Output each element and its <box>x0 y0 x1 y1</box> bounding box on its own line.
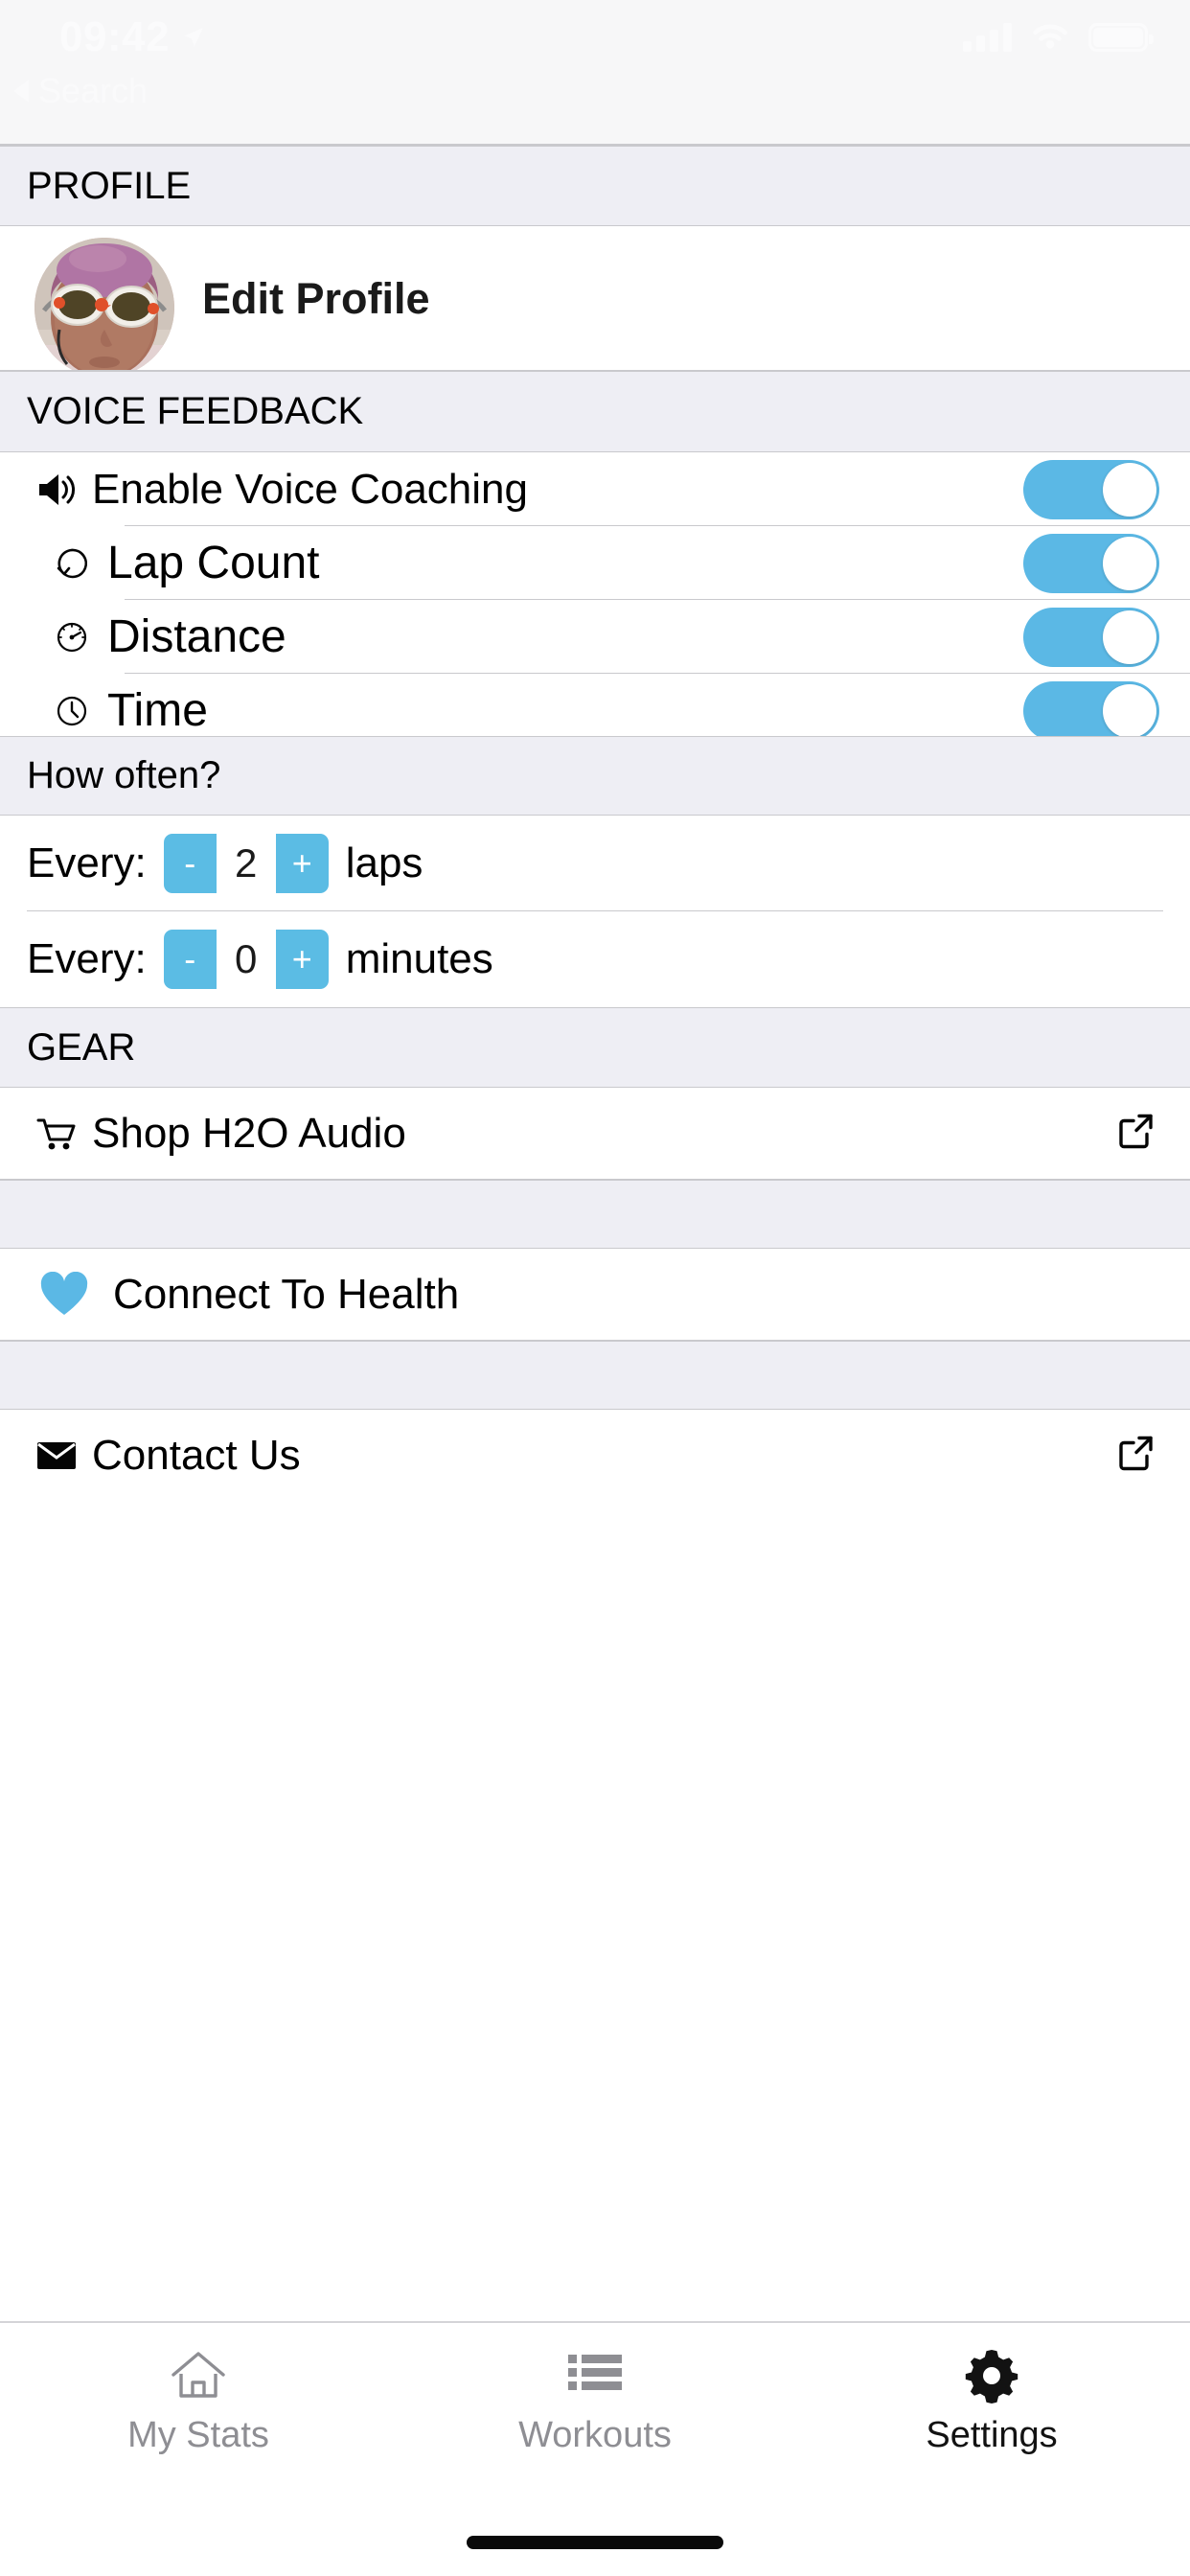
speaker-volume-icon <box>21 471 92 509</box>
row-distance[interactable]: Distance <box>0 600 1190 674</box>
toggle-lap-count[interactable] <box>1023 533 1159 593</box>
toggle-knob <box>1103 610 1156 664</box>
row-lap-count[interactable]: Lap Count <box>0 526 1190 600</box>
gear-icon <box>964 2344 1019 2407</box>
list-icon <box>566 2344 624 2407</box>
stepper-row-minutes[interactable]: Every: - 0 + minutes <box>0 911 1190 1007</box>
home-icon <box>169 2344 228 2407</box>
row-label-enable-voice-coaching: Enable Voice Coaching <box>92 465 528 513</box>
row-label-time: Time <box>107 685 208 736</box>
stepper-prefix-laps: Every: <box>27 840 147 886</box>
heart-icon <box>29 1272 100 1318</box>
row-shop-h2o-audio[interactable]: Shop H2O Audio <box>0 1088 1190 1180</box>
tab-settings[interactable]: Settings <box>793 2323 1190 2576</box>
section-gap-2 <box>0 1341 1190 1410</box>
toggle-enable-voice-coaching[interactable] <box>1023 459 1159 519</box>
external-link-icon[interactable] <box>1115 1112 1156 1157</box>
battery-full-icon <box>1088 23 1154 52</box>
toggle-time[interactable] <box>1023 680 1159 741</box>
back-triangle-icon <box>13 80 29 103</box>
laps-decrement-button[interactable]: - <box>163 834 217 893</box>
section-header-how-often: How often? <box>0 736 1190 816</box>
row-label-lap-count: Lap Count <box>107 538 320 588</box>
section-title-how-often: How often? <box>27 754 221 796</box>
section-title-gear: GEAR <box>27 1025 136 1069</box>
stepper-unit-minutes: minutes <box>345 935 493 982</box>
minutes-decrement-button[interactable]: - <box>163 930 217 989</box>
toggle-knob <box>1103 462 1156 517</box>
section-header-gear: GEAR <box>0 1007 1190 1088</box>
stepper-prefix-minutes: Every: <box>27 935 147 982</box>
tab-label-workouts: Workouts <box>518 2415 672 2455</box>
minutes-increment-button[interactable]: + <box>275 930 329 989</box>
toggle-distance[interactable] <box>1023 607 1159 667</box>
status-indicators <box>963 23 1154 52</box>
stepper-row-laps[interactable]: Every: - 2 + laps <box>0 816 1190 911</box>
location-arrow-icon <box>184 28 203 47</box>
lap-repeat-icon <box>36 544 107 583</box>
wifi-icon <box>1033 24 1067 49</box>
shopping-cart-icon <box>21 1116 92 1151</box>
row-label-connect-to-health: Connect To Health <box>113 1271 460 1318</box>
minutes-stepper[interactable]: - 0 + <box>163 930 329 989</box>
clock-icon <box>36 692 107 730</box>
back-label: Search <box>38 71 149 110</box>
row-connect-to-health[interactable]: Connect To Health <box>0 1249 1190 1341</box>
edit-profile-label: Edit Profile <box>202 274 430 323</box>
cellular-signal-icon <box>963 23 1012 52</box>
status-time-group: 09:42 <box>59 13 206 61</box>
toggle-knob <box>1103 536 1156 590</box>
row-contact-us[interactable]: Contact Us <box>0 1410 1190 1502</box>
section-title-profile: PROFILE <box>27 164 192 207</box>
user-avatar-image <box>34 238 174 378</box>
laps-value[interactable]: 2 <box>216 834 276 893</box>
laps-increment-button[interactable]: + <box>275 834 329 893</box>
section-gap-1 <box>0 1180 1190 1249</box>
tab-label-settings: Settings <box>926 2415 1058 2455</box>
edit-profile-row[interactable]: Edit Profile <box>0 226 1190 378</box>
status-bar: 09:42 Search <box>0 0 1190 146</box>
tab-my-stats[interactable]: My Stats <box>0 2323 397 2576</box>
tab-label-my-stats: My Stats <box>127 2415 269 2455</box>
stepper-unit-laps: laps <box>345 840 423 886</box>
section-title-voice-feedback: VOICE FEEDBACK <box>27 390 364 432</box>
row-label-contact-us: Contact Us <box>92 1432 301 1479</box>
tab-bar: My Stats Workouts Settings <box>0 2321 1190 2576</box>
home-indicator <box>467 2536 723 2549</box>
laps-stepper[interactable]: - 2 + <box>163 834 329 893</box>
envelope-icon <box>21 1439 92 1472</box>
minutes-value[interactable]: 0 <box>216 930 276 989</box>
speedometer-icon <box>36 618 107 656</box>
avatar[interactable] <box>34 238 174 378</box>
section-header-profile: PROFILE <box>0 146 1190 226</box>
external-link-icon[interactable] <box>1115 1434 1156 1479</box>
status-time: 09:42 <box>59 13 171 60</box>
row-label-distance: Distance <box>107 611 286 662</box>
back-to-search-button[interactable]: Search <box>13 71 148 111</box>
row-enable-voice-coaching[interactable]: Enable Voice Coaching <box>0 452 1190 526</box>
row-label-shop-h2o-audio: Shop H2O Audio <box>92 1110 406 1157</box>
toggle-knob <box>1103 683 1156 738</box>
section-header-voice-feedback: VOICE FEEDBACK <box>0 371 1190 452</box>
